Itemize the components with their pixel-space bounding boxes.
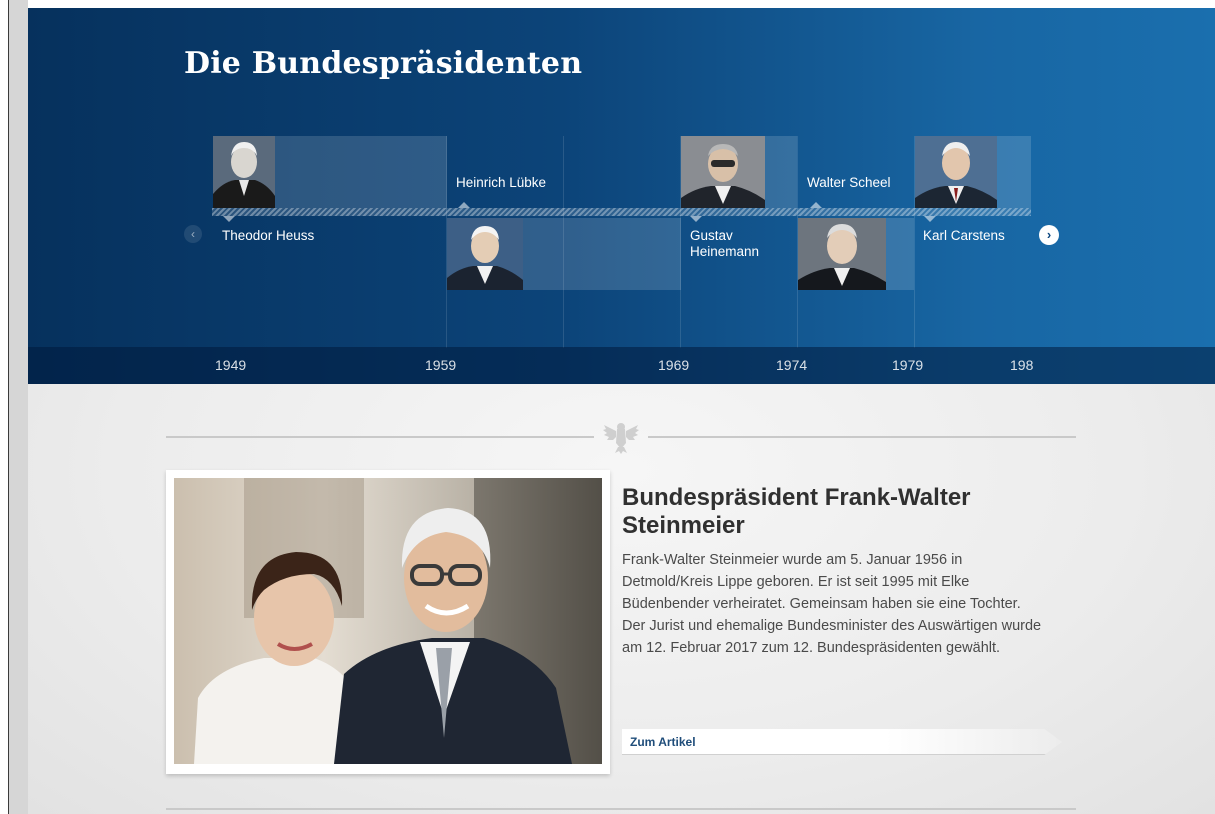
chevron-left-icon: ‹ — [191, 227, 195, 241]
timeline-next-button[interactable]: › — [1039, 225, 1059, 245]
marker-scheel — [810, 202, 822, 208]
read-article-link[interactable]: Zum Artikel — [622, 729, 1062, 755]
featured-photo-frame[interactable] — [166, 470, 610, 774]
president-name[interactable]: Gustav Heinemann — [690, 228, 780, 260]
portrait-steinmeier-buedenbender[interactable] — [174, 478, 602, 764]
article-summary: Frank-Walter Steinmeier wurde am 5. Janu… — [622, 552, 1042, 656]
portrait-walter-scheel[interactable] — [798, 218, 886, 290]
window-top-edge — [8, 0, 1215, 8]
president-name[interactable]: Walter Scheel — [807, 175, 891, 191]
federal-eagle-icon — [603, 423, 639, 454]
year-label: 1949 — [215, 357, 247, 373]
marker-carstens — [924, 216, 936, 222]
marker-luebke — [458, 202, 470, 208]
year-label: 198 — [1010, 357, 1034, 373]
marker-heinemann — [690, 216, 702, 222]
divider-line-right — [648, 436, 1076, 438]
year-label: 1974 — [776, 357, 808, 373]
year-label: 1979 — [892, 357, 924, 373]
scrollbar-track[interactable] — [8, 0, 28, 814]
president-name[interactable]: Karl Carstens — [923, 228, 1005, 244]
portrait-heinrich-luebke[interactable] — [447, 218, 523, 290]
portrait-gustav-heinemann[interactable] — [681, 136, 765, 208]
chevron-right-icon: › — [1046, 227, 1052, 242]
timeline-prev-button[interactable]: ‹ — [184, 225, 202, 243]
portrait-karl-carstens[interactable] — [915, 136, 997, 208]
marker-heuss — [223, 216, 235, 222]
timeline-axis — [212, 208, 1031, 216]
featured-president-section: Bundespräsident Frank-Walter Steinmeier … — [28, 384, 1215, 814]
read-article-label[interactable]: Zum Artikel — [630, 735, 696, 749]
president-name[interactable]: Theodor Heuss — [222, 228, 314, 244]
presidents-header: Die Bundespräsidenten Theodor Heuss Hein… — [28, 8, 1215, 384]
timeline-year-strip: 1949 1959 1969 1974 1979 198 — [28, 347, 1215, 384]
president-name[interactable]: Heinrich Lübke — [456, 175, 546, 191]
portrait-theodor-heuss[interactable] — [213, 136, 275, 208]
divider-line-left — [166, 436, 594, 438]
divider-line-bottom — [166, 808, 1076, 810]
presidents-timeline: Theodor Heuss Heinrich Lübke Gustav Hein… — [28, 8, 1215, 384]
article-title[interactable]: Bundespräsident Frank-Walter Steinmeier — [622, 484, 1042, 540]
year-label: 1959 — [425, 357, 457, 373]
year-label: 1969 — [658, 357, 690, 373]
